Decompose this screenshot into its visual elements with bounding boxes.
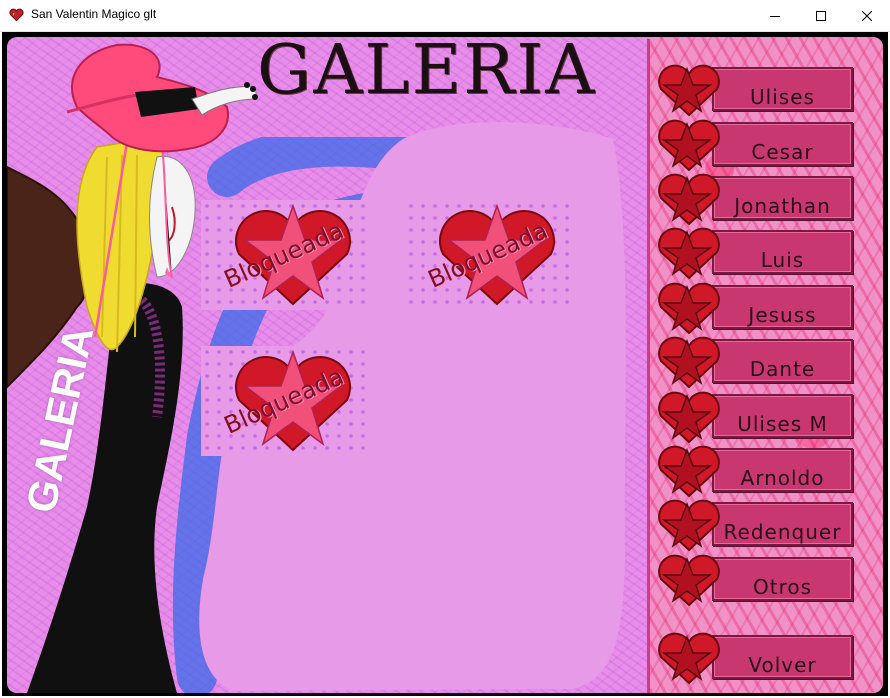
gallery-slot-2[interactable]: Bloqueada (405, 200, 571, 310)
minimize-button[interactable] (752, 0, 798, 31)
locked-label: Bloqueada (219, 216, 349, 294)
heart-star-icon (658, 445, 720, 498)
heart-star-icon (658, 227, 720, 280)
character-button-otros[interactable]: Otros (655, 553, 855, 607)
character-button-jonathan[interactable]: Jonathan (655, 172, 855, 226)
heart-star-icon (658, 554, 720, 607)
character-button-redenquer[interactable]: Redenquer (655, 498, 855, 552)
heart-star-icon (658, 64, 720, 117)
close-icon (862, 10, 872, 21)
game-viewport: GALERIA GALERIA Bloqueada Bloqueada Bloq… (2, 32, 888, 696)
back-button[interactable]: Volver (655, 631, 855, 685)
button-label: Arnoldo (740, 466, 825, 490)
character-button-ulises[interactable]: Ulises (655, 63, 855, 117)
gallery-slot-1[interactable]: Bloqueada (201, 200, 367, 310)
button-label: Cesar (751, 140, 814, 164)
heart-star-icon (658, 499, 720, 552)
character-button-arnoldo[interactable]: Arnoldo (655, 444, 855, 498)
character-button-dante[interactable]: Dante (655, 335, 855, 389)
gallery-screen: GALERIA GALERIA Bloqueada Bloqueada Bloq… (7, 37, 883, 693)
heart-star-icon (658, 391, 720, 444)
button-label: Luis (760, 248, 805, 272)
page-title: GALERIA (257, 37, 597, 110)
button-label: Jonathan (734, 194, 831, 218)
close-button[interactable] (844, 0, 890, 31)
character-button-ulises-m[interactable]: Ulises M (655, 390, 855, 444)
locked-label: Bloqueada (423, 216, 553, 294)
heart-icon (9, 8, 24, 22)
heart-star-icon (658, 336, 720, 389)
panel-divider (647, 39, 650, 693)
button-label: Jesuss (748, 303, 817, 327)
button-label: Volver (748, 653, 817, 677)
button-label: Dante (749, 357, 816, 381)
heart-star-icon (658, 119, 720, 172)
heart-star-icon (658, 282, 720, 335)
button-label: Redenquer (723, 520, 842, 544)
character-button-jesuss[interactable]: Jesuss (655, 281, 855, 335)
button-label: Ulises (750, 85, 815, 109)
button-label: Ulises M (737, 412, 828, 436)
heart-star-icon (658, 173, 720, 226)
window-titlebar: San Valentin Magico glt (0, 0, 890, 32)
minimize-icon (770, 15, 780, 17)
character-button-cesar[interactable]: Cesar (655, 118, 855, 172)
maximize-button[interactable] (798, 0, 844, 31)
button-label: Otros (752, 575, 813, 599)
gallery-slot-3[interactable]: Bloqueada (201, 346, 367, 456)
window-title: San Valentin Magico glt (31, 7, 157, 21)
locked-label: Bloqueada (219, 362, 349, 440)
maximize-icon (816, 10, 826, 21)
character-button-luis[interactable]: Luis (655, 226, 855, 280)
heart-star-icon (658, 632, 720, 685)
